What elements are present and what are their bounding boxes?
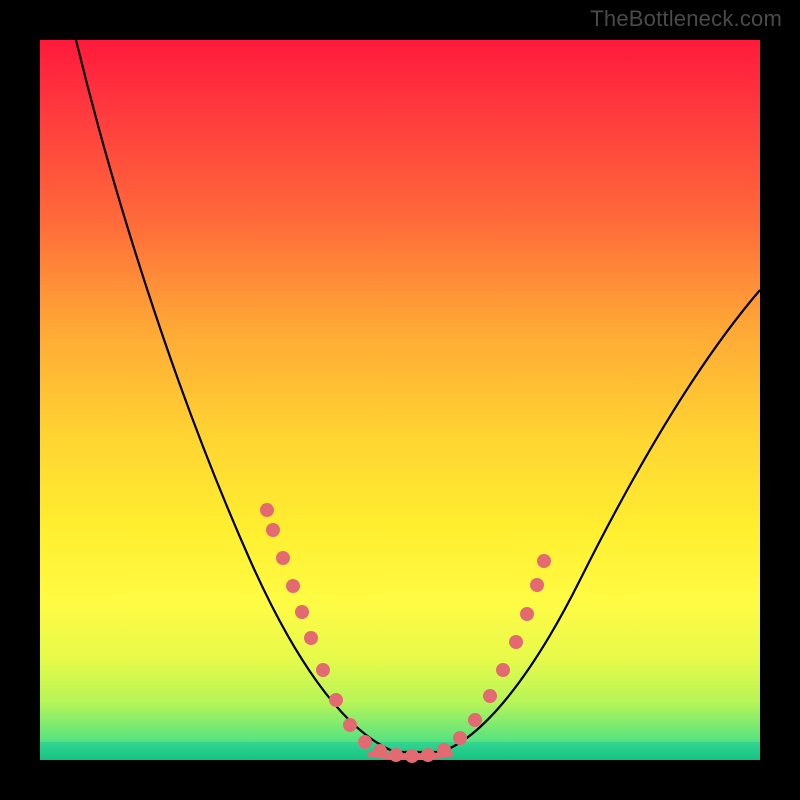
marker-dot — [509, 635, 523, 649]
marker-dot — [373, 744, 387, 758]
marker-dot — [316, 663, 330, 677]
marker-dot — [530, 578, 544, 592]
bottleneck-curve-path — [76, 40, 760, 752]
marker-dot — [358, 735, 372, 749]
marker-dot — [537, 554, 551, 568]
marker-dot — [343, 718, 357, 732]
marker-dot — [276, 551, 290, 565]
marker-dot — [286, 579, 300, 593]
marker-dot — [329, 693, 343, 707]
marker-dot — [304, 631, 318, 645]
marker-dot — [421, 748, 435, 762]
watermark-text: TheBottleneck.com — [590, 6, 782, 32]
marker-dot — [437, 743, 451, 757]
marker-dot — [295, 605, 309, 619]
marker-dot — [389, 748, 403, 762]
plot-area — [40, 40, 760, 760]
chart-svg — [40, 40, 760, 760]
marker-dot — [468, 713, 482, 727]
marker-dot — [260, 503, 274, 517]
marker-group — [260, 503, 551, 763]
marker-dot — [453, 731, 467, 745]
marker-dot — [520, 607, 534, 621]
chart-frame: TheBottleneck.com — [0, 0, 800, 800]
marker-dot — [266, 523, 280, 537]
marker-dot — [496, 663, 510, 677]
marker-dot — [405, 749, 419, 763]
marker-dot — [483, 689, 497, 703]
